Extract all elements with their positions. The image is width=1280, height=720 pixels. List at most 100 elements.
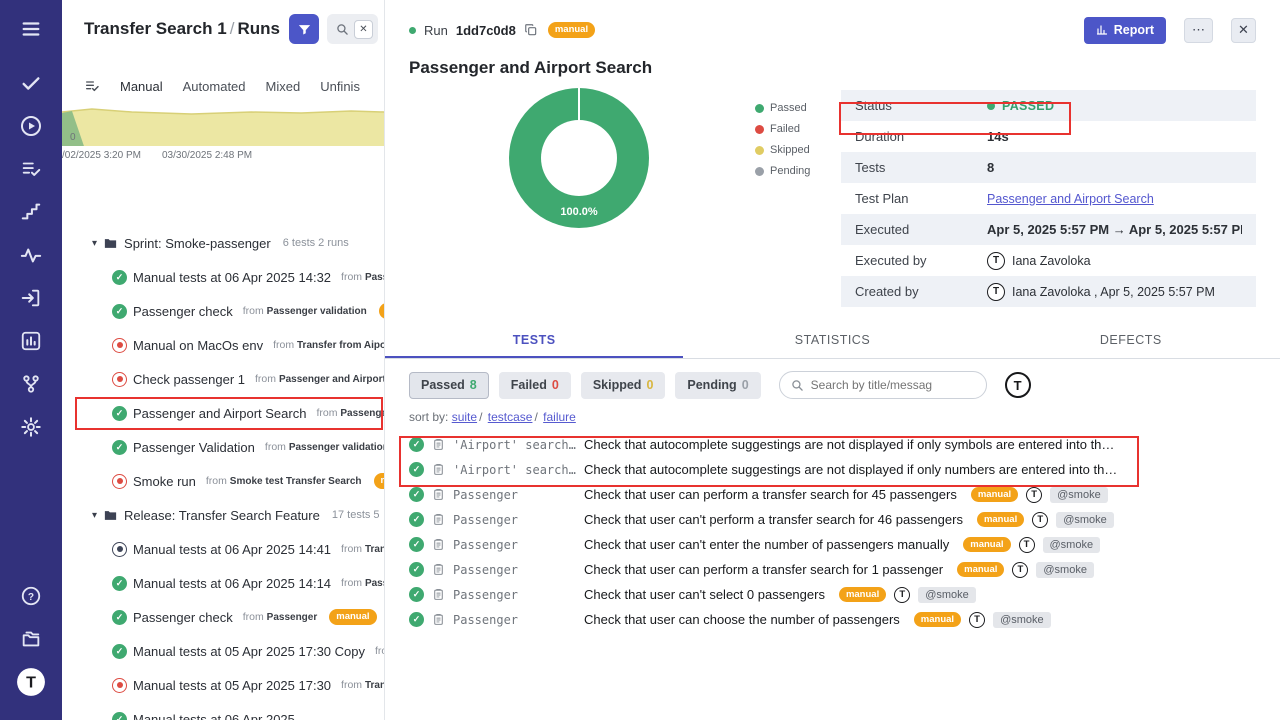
manual-badge: manual <box>977 512 1024 527</box>
branch-icon[interactable] <box>14 367 48 401</box>
tree-folder[interactable]: ▾Release: Transfer Search Feature17 test… <box>62 498 384 532</box>
test-row[interactable]: ✓PassengerCheck that user can perform a … <box>385 482 1280 507</box>
more-button[interactable]: ⋯ <box>1184 18 1213 43</box>
menu-icon[interactable] <box>14 12 48 46</box>
test-title: Check that user can't select 0 passenger… <box>584 587 825 602</box>
clear-search-button[interactable]: ✕ <box>354 20 373 39</box>
tree-run[interactable]: ✓Passenger Validationfrom Passenger vali… <box>62 430 384 464</box>
check-icon[interactable] <box>14 66 48 100</box>
chart-icon[interactable] <box>14 324 48 358</box>
x-axis-label: 03/30/2025 2:48 PM <box>162 150 252 161</box>
svg-text:T: T <box>26 673 36 691</box>
pulse-icon[interactable] <box>14 238 48 272</box>
report-button[interactable]: Report <box>1084 17 1166 44</box>
tree-run[interactable]: Manual tests at 06 Apr 2025 14:41from Tr… <box>62 532 384 566</box>
test-row[interactable]: ✓PassengerCheck that user can't perform … <box>385 507 1280 532</box>
clipboard-icon <box>432 588 445 601</box>
status-passed-icon: ✓ <box>409 537 424 552</box>
tab-defects[interactable]: DEFECTS <box>982 323 1280 358</box>
run-source: from Passenger validation <box>243 305 367 317</box>
run-source: from Pass <box>341 271 384 283</box>
panel-header: Transfer Search 1/Runs ✕ <box>62 0 384 52</box>
filter-chip-passed[interactable]: Passed8 <box>409 372 489 399</box>
sort-link-suite[interactable]: suite <box>452 410 477 424</box>
folder-label: Release: Transfer Search Feature <box>124 508 320 523</box>
legend-item: Skipped <box>755 144 810 156</box>
close-run-button[interactable]: ✕ <box>1231 18 1256 43</box>
help-icon[interactable]: ? <box>14 579 48 613</box>
run-label: Smoke run <box>133 474 196 489</box>
logo-icon[interactable]: T <box>14 665 48 699</box>
projects-icon[interactable] <box>14 622 48 656</box>
tree-run[interactable]: ✓Manual tests at 05 Apr 2025 17:30 Copyf… <box>62 634 384 668</box>
legend-dot <box>755 104 764 113</box>
tag-badge: @smoke <box>993 612 1051 628</box>
run-source: from Passenger and Airport Searc <box>255 373 384 385</box>
folder-meta: 17 tests 5 <box>332 509 380 521</box>
tag-badge: @smoke <box>1036 562 1094 578</box>
play-icon[interactable] <box>14 109 48 143</box>
run-label: Manual tests at 06 Apr 2025 14:32 <box>133 270 331 285</box>
test-row[interactable]: ✓PassengerCheck that user can't select 0… <box>385 582 1280 607</box>
tree-run[interactable]: Check passenger 1from Passenger and Airp… <box>62 362 384 396</box>
tree-run[interactable]: ✓Manual tests at 06 Apr 2025 14:14from P… <box>62 566 384 600</box>
test-plan-link[interactable]: Passenger and Airport Search <box>987 192 1154 206</box>
runs-tab-mixed[interactable]: Mixed <box>266 79 301 94</box>
runs-search[interactable]: ✕ <box>327 14 378 44</box>
legend-item: Failed <box>755 123 810 135</box>
runs-tab-automated[interactable]: Automated <box>183 79 246 94</box>
tree-run[interactable]: Smoke runfrom Smoke test Transfer Search… <box>62 464 384 498</box>
tree-run[interactable]: ✓Passenger checkfrom Passengermanual6 <box>62 600 384 634</box>
runs-tab-manual[interactable]: Manual <box>120 79 163 94</box>
filter-chip-pending[interactable]: Pending0 <box>675 372 760 399</box>
testomat-badge-icon: T <box>894 587 910 603</box>
folder-label: Sprint: Smoke-passenger <box>124 236 271 251</box>
test-row[interactable]: ✓PassengerCheck that user can choose the… <box>385 607 1280 632</box>
sort-link-testcase[interactable]: testcase <box>488 410 533 424</box>
run-source: from Passenger validation <box>265 441 384 453</box>
tree-run[interactable]: Manual tests at 05 Apr 2025 17:30from Tr… <box>62 668 384 702</box>
chevron-down-icon: ▾ <box>92 238 97 249</box>
tree-run[interactable]: ✓ Manual tests at 06 Apr 2025 14:32 from P… <box>62 260 384 294</box>
test-row[interactable]: ✓PassengerCheck that user can't enter th… <box>385 532 1280 557</box>
test-search-input[interactable] <box>811 378 961 392</box>
tag-badge: @smoke <box>1056 512 1114 528</box>
gear-icon[interactable] <box>14 410 48 444</box>
clipboard-icon <box>432 488 445 501</box>
entry-icon[interactable] <box>14 281 48 315</box>
info-value: PASSED <box>987 99 1054 113</box>
test-row[interactable]: ✓'Airport' search …Check that autocomple… <box>385 457 1280 482</box>
filter-chip-failed[interactable]: Failed0 <box>499 372 571 399</box>
run-details: Run 1dd7c0d8 manual Report ⋯ ✕ Passenger… <box>385 0 1280 720</box>
tree-run[interactable]: ✓Manual tests at 06 Apr 2025 <box>62 702 384 720</box>
testomat-badge-icon: T <box>1019 537 1035 553</box>
testomat-logo-icon[interactable]: T <box>1005 372 1031 398</box>
filter-button[interactable] <box>289 14 319 44</box>
tab-tests[interactable]: TESTS <box>385 323 683 358</box>
info-row: Executed byTIana Zavoloka <box>841 245 1256 276</box>
tag-badge: @smoke <box>918 587 976 603</box>
folder-icon <box>103 508 118 523</box>
test-row[interactable]: ✓PassengerCheck that user can perform a … <box>385 557 1280 582</box>
tree-folder[interactable]: ▾Sprint: Smoke-passenger6 tests 2 runs <box>62 226 384 260</box>
checklist-icon[interactable] <box>14 152 48 186</box>
tree-run[interactable]: Manual on MacOs envfrom Transfer from Ai… <box>62 328 384 362</box>
info-label: Test Plan <box>855 191 987 206</box>
test-row[interactable]: ✓'Airport' search …Check that autocomple… <box>385 432 1280 457</box>
testomat-badge-icon: T <box>1026 487 1042 503</box>
donut-legend: PassedFailedSkippedPending <box>755 102 810 177</box>
tab-statistics[interactable]: STATISTICS <box>683 323 981 358</box>
sort-link-failure[interactable]: failure <box>543 410 576 424</box>
tree-run[interactable]: ✓Passenger checkfrom Passenger validatio… <box>62 294 384 328</box>
runs-tab-unfinis[interactable]: Unfinis <box>320 79 360 94</box>
status-passed-icon: ✓ <box>112 270 127 285</box>
chip-label: Pending <box>687 378 736 392</box>
steps-icon[interactable] <box>14 195 48 229</box>
breadcrumb: Transfer Search 1/Runs <box>84 19 281 39</box>
filter-chip-skipped[interactable]: Skipped0 <box>581 372 666 399</box>
select-runs-icon[interactable] <box>84 78 100 94</box>
test-title: Check that autocomplete suggestings are … <box>584 462 1117 477</box>
test-title: Check that user can choose the number of… <box>584 612 900 627</box>
tree-run[interactable]: ✓Passenger and Airport Searchfrom Passen… <box>62 396 384 430</box>
copy-icon[interactable] <box>524 23 538 37</box>
